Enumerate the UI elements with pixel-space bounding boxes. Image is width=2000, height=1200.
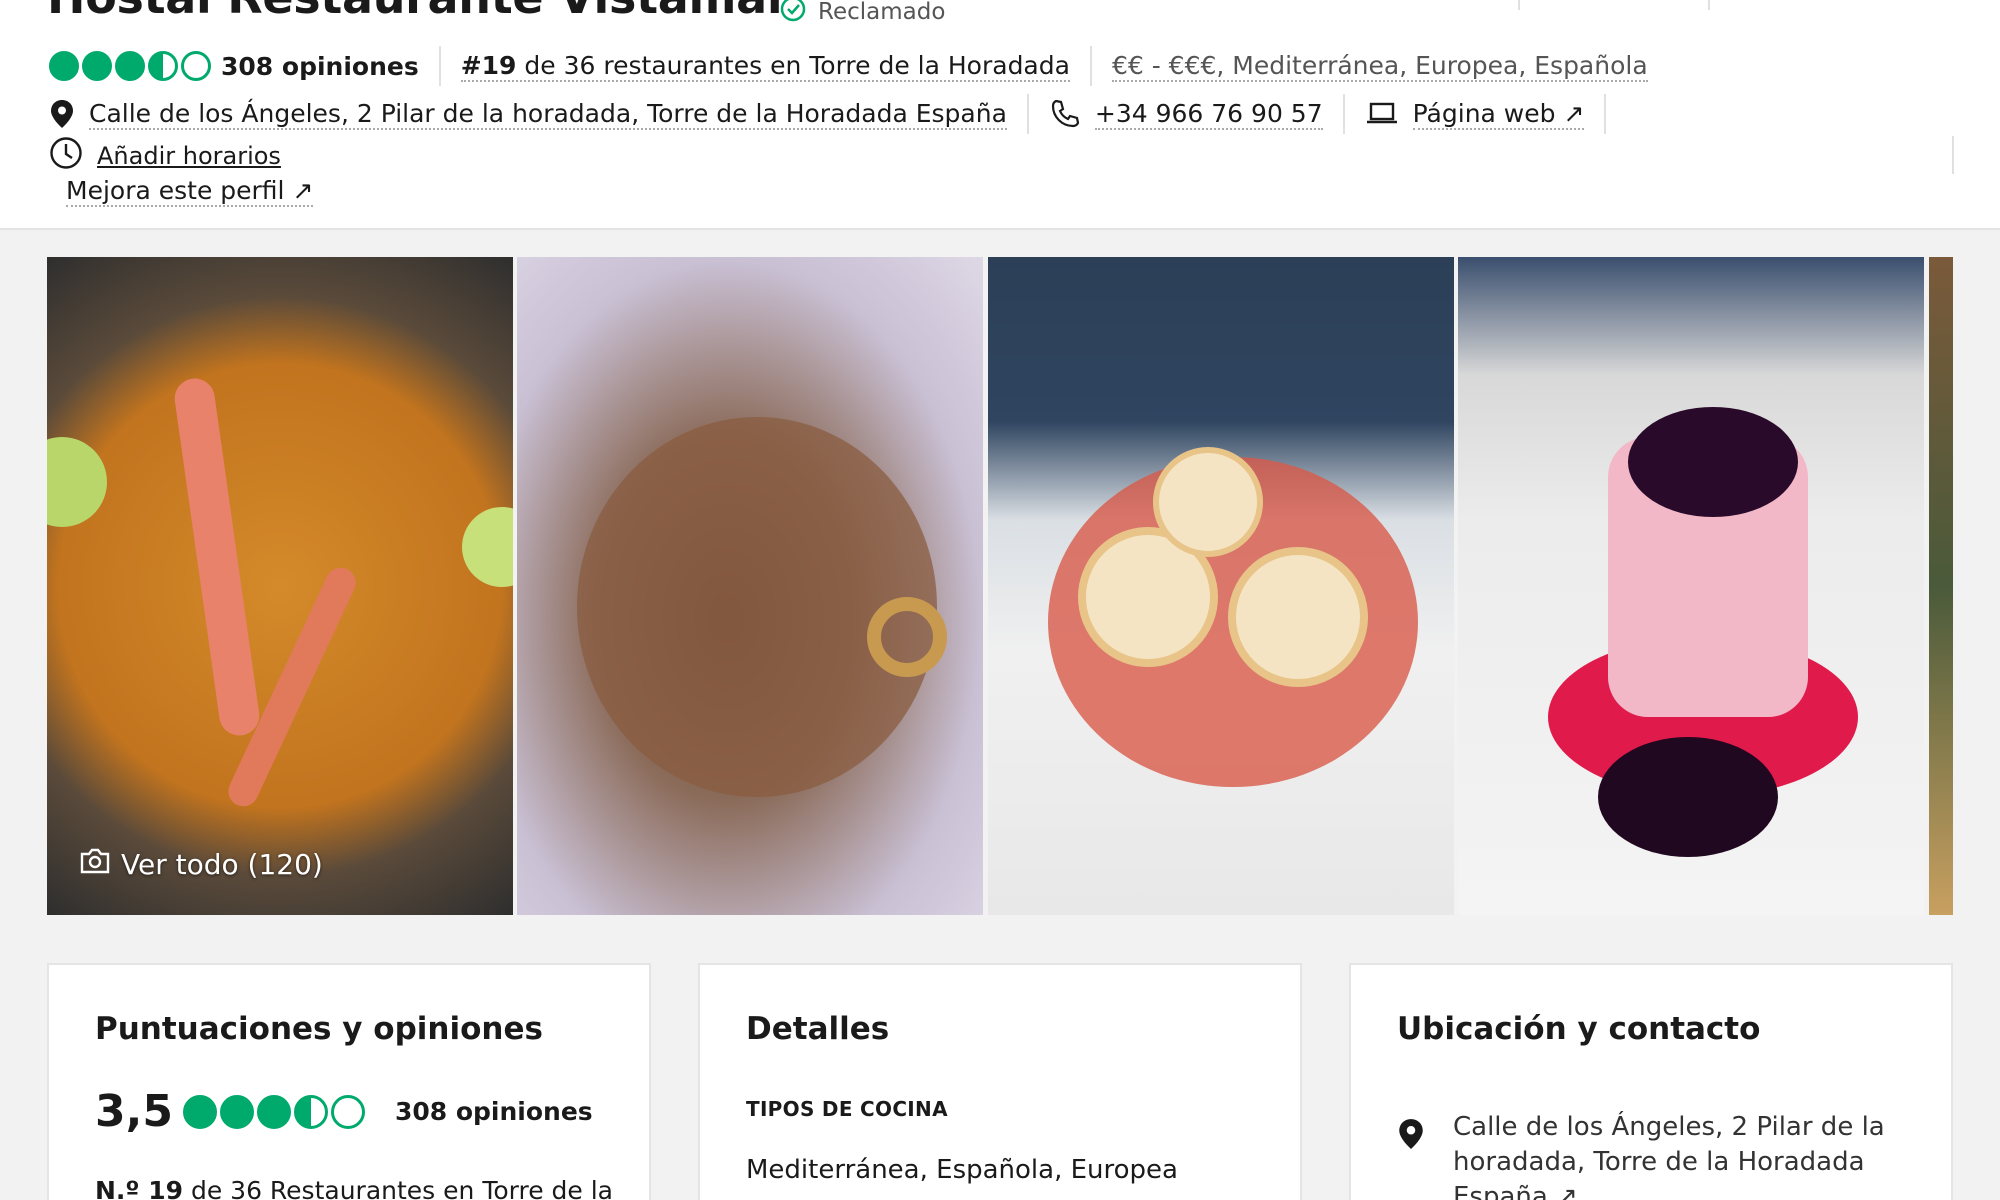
photo-berry-dessert[interactable]: [1458, 257, 1924, 915]
location-address: Calle de los Ángeles, 2 Pilar de la hora…: [1397, 1110, 1893, 1200]
details-card: Detalles TIPOS DE COCINA Mediterránea, E…: [698, 963, 1302, 1200]
improve-profile-link[interactable]: Mejora este perfil ↗: [66, 176, 314, 207]
photo-partial[interactable]: [1929, 257, 1953, 915]
divider: [1952, 136, 1954, 174]
rating-score: 3,5: [95, 1086, 173, 1137]
photo-fried-fish[interactable]: [517, 257, 983, 915]
add-hours-link[interactable]: Añadir horarios: [97, 142, 281, 170]
photo-goat-cheese-salad[interactable]: [988, 257, 1454, 915]
hours-row: Añadir horarios: [49, 136, 281, 176]
share-action[interactable]: [1710, 0, 1900, 10]
ratings-card: Puntuaciones y opiniones 3,5 308 opinion…: [47, 963, 651, 1200]
details-card-title: Detalles: [746, 1011, 890, 1047]
cuisine-value: Mediterránea, Española, Europea: [746, 1155, 1178, 1185]
location-card: Ubicación y contacto Calle de los Ángele…: [1349, 963, 1953, 1200]
bubble-empty: [181, 51, 211, 81]
photo-gallery: Ver todo (120): [47, 257, 1953, 915]
contact-row: Calle de los Ángeles, 2 Pilar de la hora…: [49, 94, 1626, 134]
photo-paella[interactable]: Ver todo (120): [47, 257, 513, 915]
cuisine-heading: TIPOS DE COCINA: [746, 1097, 948, 1121]
reviews-count-link[interactable]: 308 opiniones: [395, 1097, 593, 1126]
ratings-card-title: Puntuaciones y opiniones: [95, 1011, 543, 1047]
phone-icon: [1049, 98, 1081, 130]
bubble-empty: [330, 1094, 365, 1129]
phone-link[interactable]: +34 966 76 90 57: [1094, 99, 1323, 130]
see-all-label: Ver todo (120): [121, 848, 323, 881]
map-pin-icon: [1397, 1118, 1425, 1200]
top-actions: [1330, 0, 1900, 10]
price-cuisines-link[interactable]: €€ - €€€, Mediterránea, Europea, Español…: [1111, 51, 1648, 82]
claimed-badge: Reclamado: [780, 0, 945, 28]
divider: [1342, 94, 1345, 134]
restaurant-header: Hostal Restaurante Vistamar Reclamado 30…: [0, 0, 2000, 230]
bubble-half: [293, 1094, 328, 1129]
external-link-icon: ↗: [292, 176, 314, 205]
rank-link[interactable]: #19 de 36 restaurantes en Torre de la Ho…: [460, 51, 1070, 82]
rank-text[interactable]: N.º 19 de 36 Restaurantes en Torre de la: [95, 1176, 613, 1200]
reviews-count-link[interactable]: 308 opiniones: [221, 52, 419, 81]
laptop-icon: [1365, 101, 1399, 127]
website-link[interactable]: Página web ↗: [1412, 98, 1585, 130]
map-pin-icon: [49, 99, 75, 129]
clock-icon: [49, 136, 83, 176]
bubble-full: [182, 1094, 217, 1129]
restaurant-title: Hostal Restaurante Vistamar: [47, 0, 790, 24]
bubble-full: [82, 51, 112, 81]
location-card-title: Ubicación y contacto: [1397, 1011, 1761, 1047]
camera-icon: [79, 847, 111, 882]
save-action[interactable]: [1520, 0, 1710, 10]
divider: [1604, 94, 1607, 134]
rating-bubbles: [182, 1094, 365, 1129]
bubble-full: [49, 51, 79, 81]
bubble-full: [115, 51, 145, 81]
location-address-link[interactable]: Calle de los Ángeles, 2 Pilar de la hora…: [1453, 1110, 1893, 1200]
divider: [438, 46, 441, 86]
divider: [1026, 94, 1029, 134]
bubble-full: [219, 1094, 254, 1129]
check-badge-icon: [780, 0, 806, 28]
claimed-label: Reclamado: [818, 0, 946, 25]
see-all-photos-button[interactable]: Ver todo (120): [79, 847, 323, 882]
rating-summary: 3,5 308 opiniones: [95, 1086, 593, 1137]
review-action[interactable]: [1330, 0, 1520, 10]
bubble-full: [256, 1094, 291, 1129]
external-link-icon: ↗: [1563, 98, 1585, 128]
rating-row: 308 opiniones #19 de 36 restaurantes en …: [49, 46, 1648, 86]
divider: [1089, 46, 1092, 86]
external-link-icon: ↗: [1556, 1182, 1578, 1200]
address-link[interactable]: Calle de los Ángeles, 2 Pilar de la hora…: [89, 99, 1007, 130]
rating-bubbles[interactable]: [49, 51, 211, 81]
bubble-half: [148, 51, 178, 81]
